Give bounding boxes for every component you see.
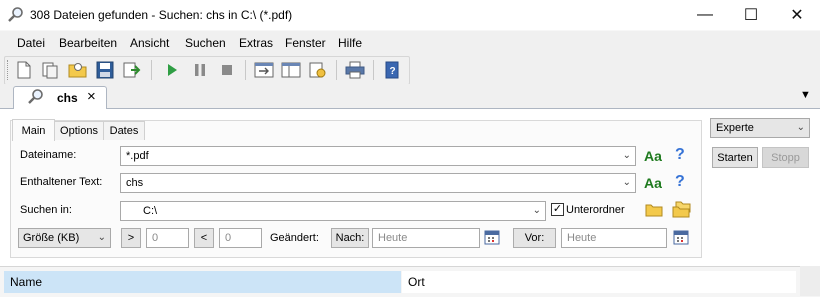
menu-datei[interactable]: Datei — [17, 36, 45, 50]
start-button[interactable]: Starten — [712, 147, 758, 168]
filename-value: *.pdf — [126, 150, 149, 162]
subtab-main[interactable]: Main — [12, 119, 55, 141]
less-than-button[interactable]: < — [194, 228, 214, 248]
subtab-options[interactable]: Options — [54, 121, 104, 140]
after-date-input[interactable]: Heute — [372, 228, 480, 248]
chevron-down-icon[interactable]: ⌄ — [623, 150, 631, 161]
maximize-button[interactable]: ☐ — [728, 0, 774, 30]
folder-list-icon[interactable] — [672, 201, 692, 222]
stop-icon[interactable] — [216, 59, 238, 81]
changed-label: Geändert: — [270, 232, 319, 244]
column-header-ort[interactable]: Ort — [402, 271, 796, 293]
svg-text:?: ? — [390, 66, 396, 77]
search-magnifier-icon — [7, 6, 25, 24]
menu-suchen[interactable]: Suchen — [185, 36, 226, 50]
open-folder-icon[interactable] — [67, 59, 89, 81]
settings-page-icon[interactable] — [307, 59, 329, 81]
browse-folder-icon[interactable] — [645, 202, 663, 221]
subfolders-checkbox[interactable]: ✓ — [551, 203, 564, 216]
size-min-input[interactable]: 0 — [146, 228, 189, 248]
toolbar-separator — [336, 60, 337, 80]
search-in-label: Suchen in: — [20, 204, 72, 216]
mode-combo[interactable]: Experte ⌄ — [710, 118, 810, 138]
layout-icon[interactable] — [280, 59, 302, 81]
export-icon[interactable] — [121, 59, 143, 81]
chevron-down-icon[interactable]: ⌄ — [623, 177, 631, 188]
case-sensitive-icon[interactable]: Aa — [644, 148, 662, 164]
vertical-scrollbar[interactable] — [800, 266, 820, 296]
toolbar-grip[interactable] — [7, 60, 11, 80]
mode-value: Experte — [716, 122, 754, 134]
new-from-template-icon[interactable] — [39, 59, 61, 81]
close-button[interactable]: ✕ — [774, 0, 820, 30]
pause-icon[interactable] — [189, 59, 211, 81]
before-button[interactable]: Vor: — [513, 228, 556, 248]
menu-bearbeiten[interactable]: Bearbeiten — [59, 36, 117, 50]
search-magnifier-icon — [27, 88, 45, 106]
play-icon[interactable] — [161, 59, 183, 81]
greater-than-button[interactable]: > — [121, 228, 141, 248]
text-label: Enthaltener Text: — [20, 176, 103, 188]
subtab-dates[interactable]: Dates — [103, 121, 145, 140]
case-sensitive-icon[interactable]: Aa — [644, 175, 662, 191]
subfolders-label: Unterordner — [566, 204, 625, 216]
menu-extras[interactable]: Extras — [239, 36, 273, 50]
tab-menu-dropdown-icon[interactable]: ▼ — [800, 89, 811, 101]
tab-close-button[interactable]: × — [87, 88, 96, 105]
filename-combo[interactable]: *.pdf ⌄ — [120, 146, 636, 166]
menu-fenster[interactable]: Fenster — [285, 36, 326, 50]
after-button[interactable]: Nach: — [331, 228, 369, 248]
before-date-input[interactable]: Heute — [561, 228, 667, 248]
calendar-icon[interactable] — [673, 229, 689, 248]
tab-strip — [0, 84, 820, 109]
chevron-down-icon[interactable]: ⌄ — [797, 122, 805, 133]
help-icon[interactable]: ? — [675, 173, 685, 191]
window-title: 308 Dateien gefunden - Suchen: chs in C:… — [30, 8, 293, 22]
toolbar-separator — [373, 60, 374, 80]
column-header-name[interactable]: Name — [4, 271, 401, 293]
calendar-icon[interactable] — [484, 229, 500, 248]
search-in-combo[interactable]: C:\ ⌄ — [120, 201, 546, 221]
chevron-down-icon[interactable]: ⌄ — [98, 232, 106, 243]
menu-bar — [0, 30, 820, 57]
tab-label: chs — [57, 91, 78, 105]
filename-label: Dateiname: — [20, 149, 77, 161]
book-icon[interactable]: ? — [381, 59, 403, 81]
toolbar-separator — [245, 60, 246, 80]
menu-hilfe[interactable]: Hilfe — [338, 36, 362, 50]
stop-button[interactable]: Stopp — [762, 147, 809, 168]
text-combo[interactable]: chs ⌄ — [120, 173, 636, 193]
size-max-input[interactable]: 0 — [219, 228, 262, 248]
save-icon[interactable] — [94, 59, 116, 81]
print-icon[interactable] — [344, 59, 366, 81]
search-in-value: C:\ — [143, 205, 158, 217]
new-document-icon[interactable] — [13, 59, 35, 81]
toolbar-separator — [151, 60, 152, 80]
text-value: chs — [126, 177, 144, 189]
refresh-icon[interactable] — [253, 59, 275, 81]
help-icon[interactable]: ? — [675, 146, 685, 164]
menu-ansicht[interactable]: Ansicht — [130, 36, 169, 50]
chevron-down-icon[interactable]: ⌄ — [533, 205, 541, 216]
minimize-button[interactable]: — — [682, 0, 728, 30]
size-combo[interactable]: Größe (KB) ⌄ — [18, 228, 111, 248]
size-combo-value: Größe (KB) — [23, 232, 80, 244]
